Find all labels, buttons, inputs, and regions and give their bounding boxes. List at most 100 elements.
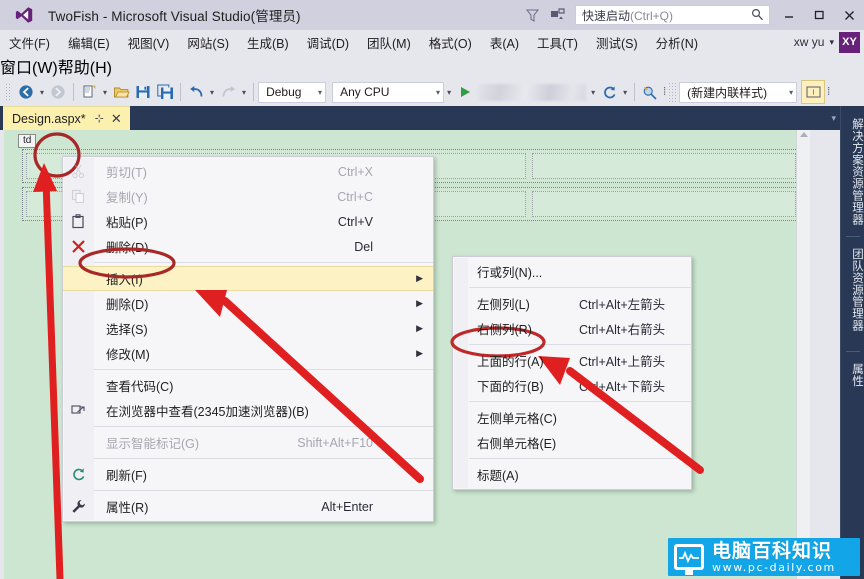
- menu-item-10[interactable]: 测试(S): [587, 30, 647, 55]
- navigate-forward-icon[interactable]: [47, 80, 69, 104]
- sidebar-item-solution-explorer[interactable]: 解决方案资源管理器: [841, 114, 864, 225]
- insert-submenu-item-label: 上面的行(A): [477, 355, 544, 369]
- menu-item-0[interactable]: 窗口(W): [0, 54, 58, 78]
- style-application-combo[interactable]: (新建内联样式) ▾: [679, 81, 798, 103]
- navigate-back-dropdown[interactable]: ▾: [37, 88, 47, 97]
- properties-wrench-icon: [63, 494, 93, 519]
- context-menu-item-label: 删除(D): [106, 298, 149, 312]
- minimize-button[interactable]: [774, 1, 804, 29]
- solution-configuration-combo[interactable]: Debug ▾: [258, 81, 327, 103]
- save-icon[interactable]: [132, 80, 154, 104]
- context-menu-item-label: 属性(R): [106, 501, 149, 515]
- style-toolbar-grip[interactable]: [668, 82, 677, 102]
- insert-submenu-item-label: 下面的行(B): [477, 380, 544, 394]
- redo-icon[interactable]: [217, 80, 239, 104]
- toolbar-options-caret[interactable]: ▾: [444, 88, 454, 97]
- tab-overflow-chevron-down-icon[interactable]: ▾: [831, 113, 836, 124]
- context-menu-item-5[interactable]: 删除(D) ▶: [63, 291, 433, 316]
- close-button[interactable]: [834, 1, 864, 29]
- pin-icon[interactable]: ⊹: [95, 112, 104, 125]
- context-menu-item-label: 插入(I): [106, 273, 143, 287]
- context-menu[interactable]: 剪切(T) Ctrl+X 复制(Y) Ctrl+C 粘贴(P) Ctrl+V 删除(D) De…: [62, 156, 434, 522]
- notifications-icon[interactable]: [545, 2, 571, 28]
- scroll-up-arrow-icon[interactable]: [800, 132, 808, 137]
- avatar[interactable]: XY: [839, 31, 860, 53]
- menu-item-2[interactable]: 视图(V): [119, 30, 179, 55]
- insert-submenu-item-7[interactable]: 标题(A): [453, 462, 691, 487]
- designer-vertical-scrollbar[interactable]: [796, 130, 810, 579]
- solution-platform-combo[interactable]: Any CPU ▾: [332, 81, 445, 103]
- td-tag-badge[interactable]: td: [18, 134, 37, 148]
- account-name[interactable]: xw yu: [794, 35, 825, 49]
- undo-icon[interactable]: [185, 80, 207, 104]
- insert-submenu-item-3[interactable]: 上面的行(A) Ctrl+Alt+上箭头: [453, 348, 691, 373]
- menu-item-9[interactable]: 工具(T): [528, 30, 587, 55]
- context-menu-item-4[interactable]: 插入(I) ▶: [63, 266, 433, 291]
- navigate-back-icon[interactable]: [15, 80, 37, 104]
- menu-item-1[interactable]: 编辑(E): [59, 30, 119, 55]
- open-file-icon[interactable]: [110, 80, 132, 104]
- tab-design-aspx[interactable]: Design.aspx* ⊹ ✕: [3, 106, 130, 130]
- menu-item-1[interactable]: 帮助(H): [58, 54, 112, 78]
- insert-submenu-item-0[interactable]: 行或列(N)...: [453, 259, 691, 284]
- context-menu-item-8[interactable]: 查看代码(C): [63, 373, 433, 398]
- save-all-icon[interactable]: [154, 80, 176, 104]
- context-menu-item-9[interactable]: 在浏览器中查看(2345加速浏览器)(B): [63, 398, 433, 423]
- context-menu-item-10: 显示智能标记(G) Shift+Alt+F10: [63, 430, 433, 455]
- start-browser-value[interactable]: [478, 83, 587, 101]
- window-title: TwoFish - Microsoft Visual Studio(管理员): [48, 9, 301, 24]
- chevron-down-icon[interactable]: ▾: [789, 88, 793, 97]
- insert-submenu[interactable]: 行或列(N)... 左侧列(L) Ctrl+Alt+左箭头 右侧列(R) Ctrl+Al…: [452, 256, 692, 490]
- context-menu-item-11[interactable]: 刷新(F): [63, 462, 433, 487]
- context-menu-item-6[interactable]: 选择(S) ▶: [63, 316, 433, 341]
- insert-submenu-item-4[interactable]: 下面的行(B) Ctrl+Alt+下箭头: [453, 373, 691, 398]
- menu-item-3[interactable]: 网站(S): [178, 30, 238, 55]
- account-cluster: xw yu ▾ XY: [794, 30, 860, 54]
- context-menu-item-7[interactable]: 修改(M) ▶: [63, 341, 433, 366]
- refresh-icon[interactable]: [598, 80, 620, 104]
- visual-studio-logo-icon: [14, 5, 34, 25]
- insert-submenu-item-1[interactable]: 左侧列(L) Ctrl+Alt+左箭头: [453, 291, 691, 316]
- chevron-down-icon[interactable]: ▾: [318, 88, 322, 97]
- menu-item-6[interactable]: 团队(M): [358, 30, 420, 55]
- maximize-button[interactable]: [804, 1, 834, 29]
- insert-submenu-item-2[interactable]: 右侧列(R) Ctrl+Alt+右箭头: [453, 316, 691, 341]
- style-toolbar-overflow-button[interactable]: ⁞: [825, 86, 832, 98]
- menu-item-11[interactable]: 分析(N): [647, 30, 707, 55]
- close-icon[interactable]: ✕: [111, 111, 122, 127]
- chevron-down-icon[interactable]: ▾: [829, 37, 834, 48]
- menu-item-4[interactable]: 生成(B): [238, 30, 298, 55]
- context-menu-item-12[interactable]: 属性(R) Alt+Enter: [63, 494, 433, 519]
- menu-item-5[interactable]: 调试(D): [298, 30, 358, 55]
- new-item-icon[interactable]: [78, 80, 100, 104]
- find-icon[interactable]: [639, 80, 661, 104]
- start-browser-dropdown[interactable]: ▾: [588, 88, 598, 97]
- feedback-funnel-icon[interactable]: [519, 2, 545, 28]
- new-item-dropdown[interactable]: ▾: [100, 88, 110, 97]
- table-cell-second-right[interactable]: [532, 191, 796, 217]
- toolbar-drag-grip[interactable]: [4, 83, 12, 101]
- menu-item-0[interactable]: 文件(F): [0, 30, 59, 55]
- menu-item-7[interactable]: 格式(O): [420, 30, 481, 55]
- submenu-chevron-right-icon: ▶: [416, 273, 423, 283]
- refresh-dropdown[interactable]: ▾: [620, 88, 630, 97]
- toolbar-overflow-button[interactable]: ⁞: [661, 86, 668, 98]
- undo-dropdown[interactable]: ▾: [207, 88, 217, 97]
- insert-submenu-item-shortcut: Ctrl+Alt+右箭头: [579, 323, 666, 337]
- insert-submenu-item-5[interactable]: 左侧单元格(C): [453, 405, 691, 430]
- sidebar-item-team-explorer[interactable]: 团队资源管理器: [841, 244, 864, 331]
- context-menu-item-shortcut: Ctrl+C: [337, 189, 373, 204]
- quick-launch-search[interactable]: 快速启动(Ctrl+Q): [575, 5, 770, 25]
- watermark-text: 电脑百科知识 www.pc-daily.com: [712, 541, 836, 574]
- insert-submenu-item-6[interactable]: 右侧单元格(E): [453, 430, 691, 455]
- search-icon[interactable]: [751, 8, 764, 26]
- menu-item-8[interactable]: 表(A): [481, 30, 528, 55]
- style-target-icon[interactable]: I: [801, 80, 826, 104]
- sidebar-item-properties[interactable]: 属性: [841, 359, 864, 387]
- context-menu-item-2[interactable]: 粘贴(P) Ctrl+V: [63, 209, 433, 234]
- context-menu-item-3[interactable]: 删除(D) Del: [63, 234, 433, 259]
- chevron-down-icon[interactable]: ▾: [436, 88, 440, 97]
- insert-submenu-separator: [469, 287, 691, 288]
- start-debug-icon[interactable]: [454, 80, 476, 104]
- table-cell-right[interactable]: [532, 153, 796, 179]
